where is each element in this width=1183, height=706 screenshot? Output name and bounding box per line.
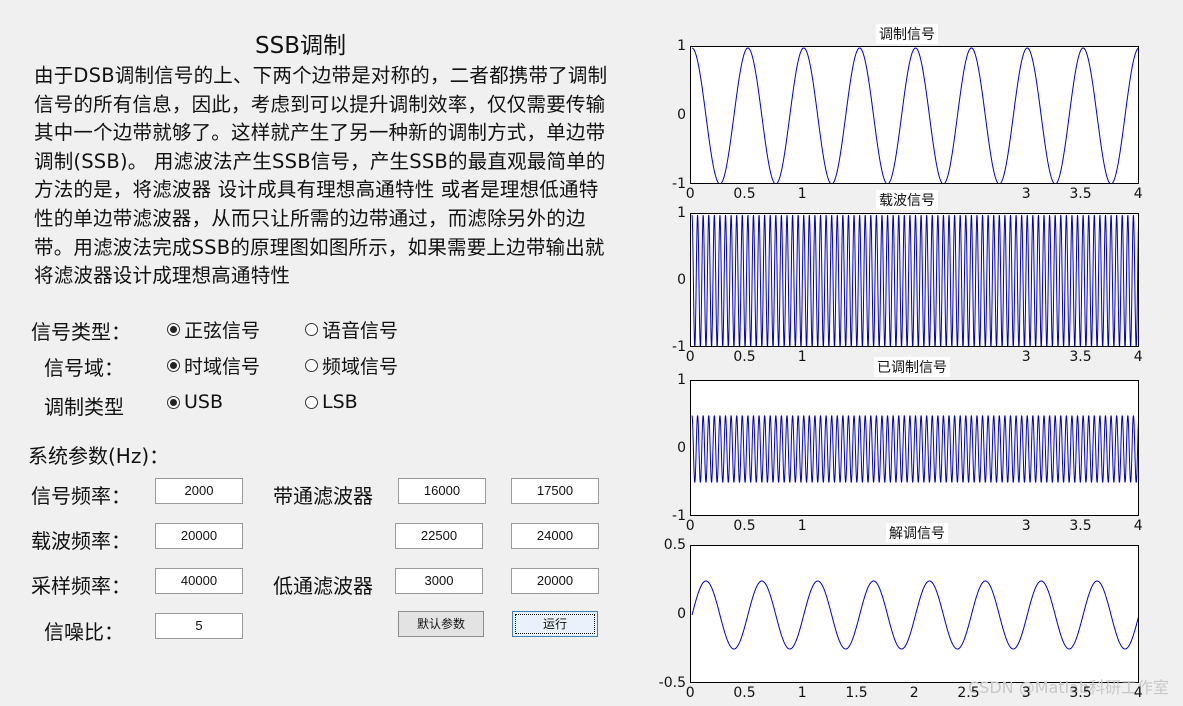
x-tick-label: 0 <box>685 518 695 534</box>
plot-4 <box>690 545 1139 683</box>
description-text: 由于DSB调制信号的上、下两个边带是对称的，二者都携带了调制信号的所有信息，因此… <box>34 64 608 288</box>
x-tick-label: 0.5 <box>733 349 756 365</box>
radio-label: 频域信号 <box>322 356 399 378</box>
signal-freq-input[interactable]: 2000 <box>155 478 243 504</box>
x-tick-label: 3 <box>1021 349 1031 365</box>
y-tick-label: -1 <box>672 176 686 192</box>
plot-title: 已调制信号 <box>874 357 950 377</box>
series-line <box>691 47 1138 183</box>
plot-svg-3 <box>691 415 1138 483</box>
y-tick-label: -1 <box>672 508 686 524</box>
x-tick-label: 2.5 <box>957 685 980 701</box>
series-line <box>691 580 1138 650</box>
x-tick-label: 0.5 <box>733 186 756 202</box>
x-tick-label: 4 <box>1133 685 1143 701</box>
plot-2 <box>690 213 1139 347</box>
mod-type-label: 调制类型 <box>44 395 124 419</box>
radio-usb[interactable]: USB <box>167 391 223 413</box>
x-tick-label: 0.5 <box>733 518 756 534</box>
sample-freq-label: 采样频率： <box>31 574 131 598</box>
lp-high-input[interactable]: 20000 <box>511 568 599 594</box>
x-tick-label: 0 <box>685 685 695 701</box>
radio-selected-icon <box>167 323 180 336</box>
signal-domain-label: 信号域： <box>44 356 124 380</box>
radio-time-domain[interactable]: 时域信号 <box>167 352 260 379</box>
x-tick-label: 1 <box>797 349 807 365</box>
y-tick-label: 0 <box>677 107 686 123</box>
x-tick-label: 0 <box>685 186 695 202</box>
signal-freq-label: 信号频率： <box>31 484 131 508</box>
y-tick-label: 1 <box>677 372 686 388</box>
series-line <box>691 415 1138 483</box>
plot-3 <box>690 380 1139 516</box>
x-tick-label: 1 <box>797 518 807 534</box>
page-title: SSB调制 <box>255 33 346 59</box>
x-tick-label: 3.5 <box>1069 685 1092 701</box>
carrier-freq-input[interactable]: 20000 <box>155 523 243 549</box>
lowpass-filter-label: 低通滤波器 <box>273 574 373 598</box>
y-tick-label: 1 <box>677 38 686 54</box>
radio-label: 语音信号 <box>322 320 399 342</box>
x-tick-label: 3.5 <box>1069 518 1092 534</box>
radio-sine-signal[interactable]: 正弦信号 <box>167 316 260 343</box>
y-tick-label: -0.5 <box>658 675 686 691</box>
radio-selected-icon <box>167 395 180 409</box>
y-tick-label: 0 <box>677 440 686 456</box>
plot-title: 解调信号 <box>886 523 948 543</box>
plot-svg-4 <box>691 580 1138 650</box>
x-tick-label: 4 <box>1133 518 1143 534</box>
x-tick-label: 1 <box>797 685 807 701</box>
x-tick-label: 1.5 <box>845 685 868 701</box>
bp1-low-input[interactable]: 16000 <box>398 478 486 504</box>
radio-freq-domain[interactable]: 频域信号 <box>305 352 398 379</box>
series-line <box>691 214 1138 346</box>
radio-lsb[interactable]: LSB <box>305 391 358 413</box>
run-button[interactable]: 运行 <box>512 611 598 637</box>
x-tick-label: 0.5 <box>733 685 756 701</box>
plot-svg-2 <box>691 214 1138 346</box>
x-tick-label: 4 <box>1133 349 1143 365</box>
plot-title: 载波信号 <box>876 190 938 210</box>
radio-label: 正弦信号 <box>184 320 261 342</box>
radio-unselected-icon <box>305 323 318 336</box>
x-tick-label: 0 <box>685 349 695 365</box>
x-tick-label: 4 <box>1133 186 1143 202</box>
bp2-high-input[interactable]: 24000 <box>511 523 599 549</box>
x-tick-label: 2 <box>909 685 919 701</box>
plot-svg-1 <box>691 47 1138 183</box>
carrier-freq-label: 载波频率： <box>31 529 131 553</box>
radio-unselected-icon <box>305 395 318 409</box>
x-tick-label: 3.5 <box>1069 349 1092 365</box>
snr-label: 信噪比： <box>44 620 124 644</box>
snr-input[interactable]: 5 <box>155 613 243 639</box>
params-heading: 系统参数(Hz)： <box>28 444 170 468</box>
x-tick-label: 1 <box>797 186 807 202</box>
sample-freq-input[interactable]: 40000 <box>155 568 243 594</box>
radio-selected-icon <box>167 359 180 372</box>
radio-unselected-icon <box>305 359 318 372</box>
x-tick-label: 3 <box>1021 685 1031 701</box>
bp2-low-input[interactable]: 22500 <box>395 523 483 549</box>
x-tick-label: 3 <box>1021 186 1031 202</box>
bandpass-filter-label: 带通滤波器 <box>273 484 373 508</box>
radio-voice-signal[interactable]: 语音信号 <box>305 316 398 343</box>
y-tick-label: -1 <box>672 339 686 355</box>
signal-type-label: 信号类型： <box>31 320 131 344</box>
radio-label: LSB <box>322 391 358 413</box>
y-tick-label: 0.5 <box>663 537 686 553</box>
default-params-button[interactable]: 默认参数 <box>398 611 484 637</box>
x-tick-label: 3 <box>1021 518 1031 534</box>
radio-label: 时域信号 <box>184 356 261 378</box>
y-tick-label: 0 <box>677 606 686 622</box>
plot-title: 调制信号 <box>876 24 938 44</box>
x-tick-label: 3.5 <box>1069 186 1092 202</box>
lp-low-input[interactable]: 3000 <box>395 568 483 594</box>
bp1-high-input[interactable]: 17500 <box>511 478 599 504</box>
plot-1 <box>690 46 1139 184</box>
y-tick-label: 1 <box>677 205 686 221</box>
y-tick-label: 0 <box>677 272 686 288</box>
radio-label: USB <box>184 391 224 413</box>
